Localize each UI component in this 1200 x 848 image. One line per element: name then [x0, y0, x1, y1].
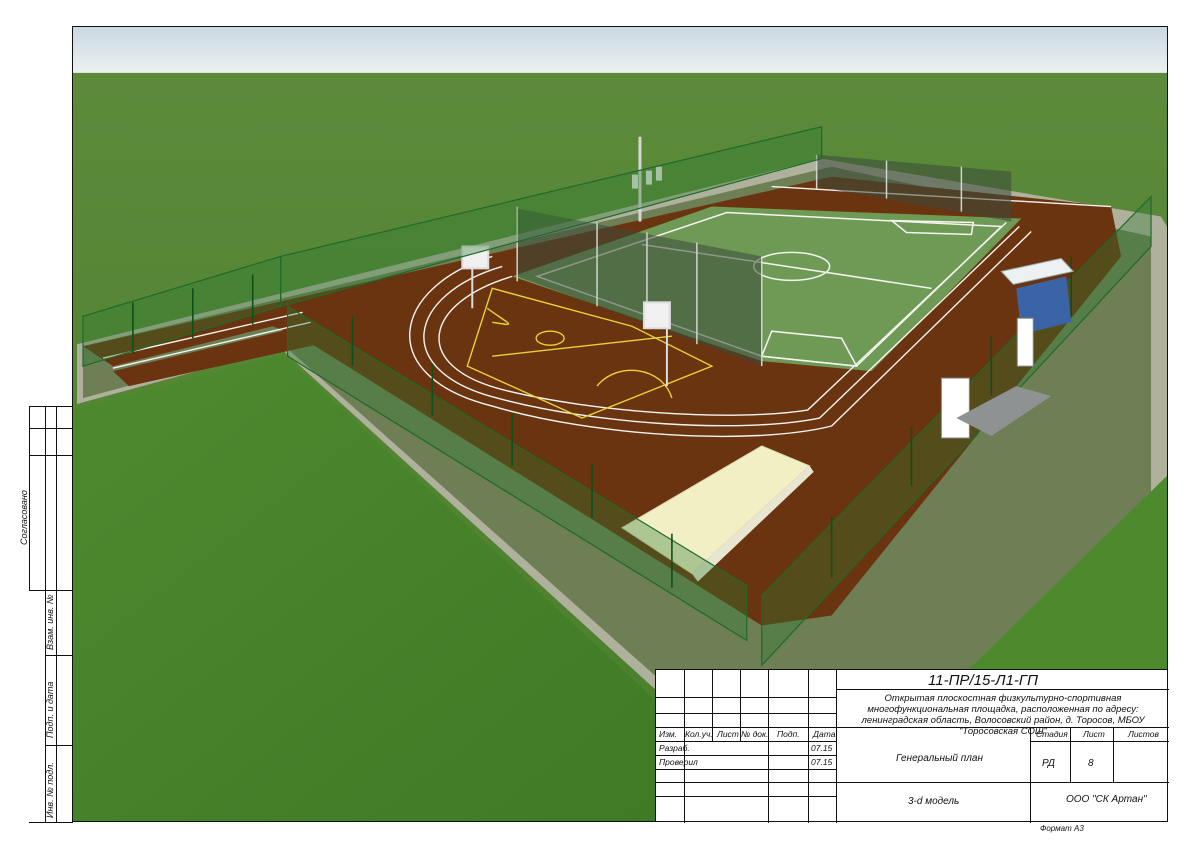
date-developer: 07.15	[811, 743, 833, 753]
sheet-label: Лист	[1083, 729, 1105, 739]
role-developer: Разраб.	[659, 743, 690, 753]
stage-label: Стадия	[1036, 729, 1068, 739]
company-name: ООО "СК Артан"	[1066, 794, 1147, 805]
info-board	[940, 377, 970, 439]
sheet-number: 8	[1088, 758, 1094, 769]
drawing-name: 3-d модель	[908, 796, 960, 807]
sheet-title: Генеральный план	[896, 753, 983, 764]
sign-date-label: Подп. и дата	[45, 681, 55, 738]
stage-value: РД	[1042, 758, 1055, 769]
inv-orig-label: Инв. № подл.	[45, 762, 55, 818]
date-checker: 07.15	[811, 757, 833, 767]
sheets-label: Листов	[1128, 729, 1159, 739]
header-izm: Изм.	[659, 729, 678, 739]
header-list: Лист	[717, 729, 739, 739]
header-podp: Подп.	[777, 729, 800, 739]
agreed-label: Согласовано	[19, 490, 29, 545]
paper-format: Формат А3	[1040, 824, 1084, 833]
header-doc-no: № док.	[741, 729, 769, 739]
inv-ref-label: Взам. инв. №	[45, 594, 55, 650]
role-checker: Проверил	[659, 757, 698, 767]
header-data: Дата	[813, 729, 836, 739]
project-description: Открытая плоскостная физкультурно-спорти…	[861, 693, 1145, 737]
title-block: 11-ПР/15-Л1-ГП Открытая плоскостная физк…	[655, 669, 1169, 823]
sky	[73, 27, 1167, 75]
doc-code: 11-ПР/15-Л1-ГП	[928, 672, 1038, 689]
header-kol-uch: Кол.уч.	[685, 729, 713, 739]
